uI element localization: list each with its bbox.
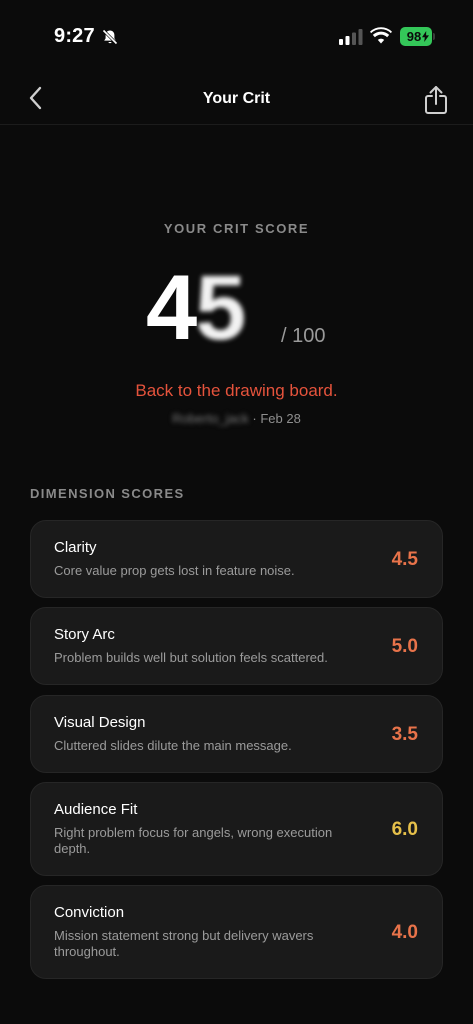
crit-date: · Feb 28 xyxy=(252,411,301,426)
score-digit-second: 5 xyxy=(195,257,246,359)
bell-slash-icon xyxy=(101,28,119,46)
dimension-card-conviction[interactable]: Conviction Mission statement strong but … xyxy=(30,885,443,979)
dimension-score: 5.0 xyxy=(391,636,418,657)
dimension-card-visual-design[interactable]: Visual Design Cluttered slides dilute th… xyxy=(30,695,443,773)
score-max: / 100 xyxy=(281,325,326,347)
bolt-icon xyxy=(422,31,429,42)
dimension-score: 3.5 xyxy=(391,724,418,745)
dimension-title: Audience Fit xyxy=(54,801,138,818)
dimension-title: Conviction xyxy=(54,904,125,921)
dimension-score: 4.5 xyxy=(391,549,418,570)
dimension-description: Problem builds well but solution feels s… xyxy=(54,650,328,665)
nav-bar: Your Crit xyxy=(0,72,473,125)
dimension-title: Visual Design xyxy=(54,714,146,731)
dimension-title: Story Arc xyxy=(54,626,115,643)
dimension-score: 4.0 xyxy=(391,922,418,943)
dimension-card-clarity[interactable]: Clarity Core value prop gets lost in fea… xyxy=(30,520,443,598)
score-digit-first: 4 xyxy=(146,257,197,359)
section-label: DIMENSION SCORES xyxy=(30,486,185,501)
dimension-description: Cluttered slides dilute the main message… xyxy=(54,738,292,753)
battery-indicator: 98 xyxy=(400,27,432,46)
dimension-card-story-arc[interactable]: Story Arc Problem builds well but soluti… xyxy=(30,607,443,685)
battery-level: 98 xyxy=(406,29,422,44)
dimension-description: Core value prop gets lost in feature noi… xyxy=(54,563,295,578)
verdict-text: Back to the drawing board. xyxy=(135,381,338,400)
dimension-description: Mission statement strong but delivery wa… xyxy=(54,928,314,959)
dimension-description: Right problem focus for angels, wrong ex… xyxy=(54,825,333,856)
signal-icon xyxy=(339,29,363,45)
meta-row: Roberto_jack · Feb 28 xyxy=(0,411,473,426)
status-time: 9:27 xyxy=(54,25,95,47)
battery-cap xyxy=(433,33,435,40)
username: Roberto_jack xyxy=(172,411,249,426)
score-value: 45 xyxy=(146,262,246,354)
dimension-title: Clarity xyxy=(54,539,97,556)
wifi-icon xyxy=(370,27,392,44)
dimension-score: 6.0 xyxy=(391,819,418,840)
score-label: YOUR CRIT SCORE xyxy=(163,221,310,236)
share-button[interactable] xyxy=(420,82,452,118)
share-icon xyxy=(425,86,447,114)
page-title: Your Crit xyxy=(202,90,271,107)
status-bar: 9:27 98 xyxy=(0,0,473,72)
dimension-card-audience-fit[interactable]: Audience Fit Right problem focus for ang… xyxy=(30,782,443,876)
